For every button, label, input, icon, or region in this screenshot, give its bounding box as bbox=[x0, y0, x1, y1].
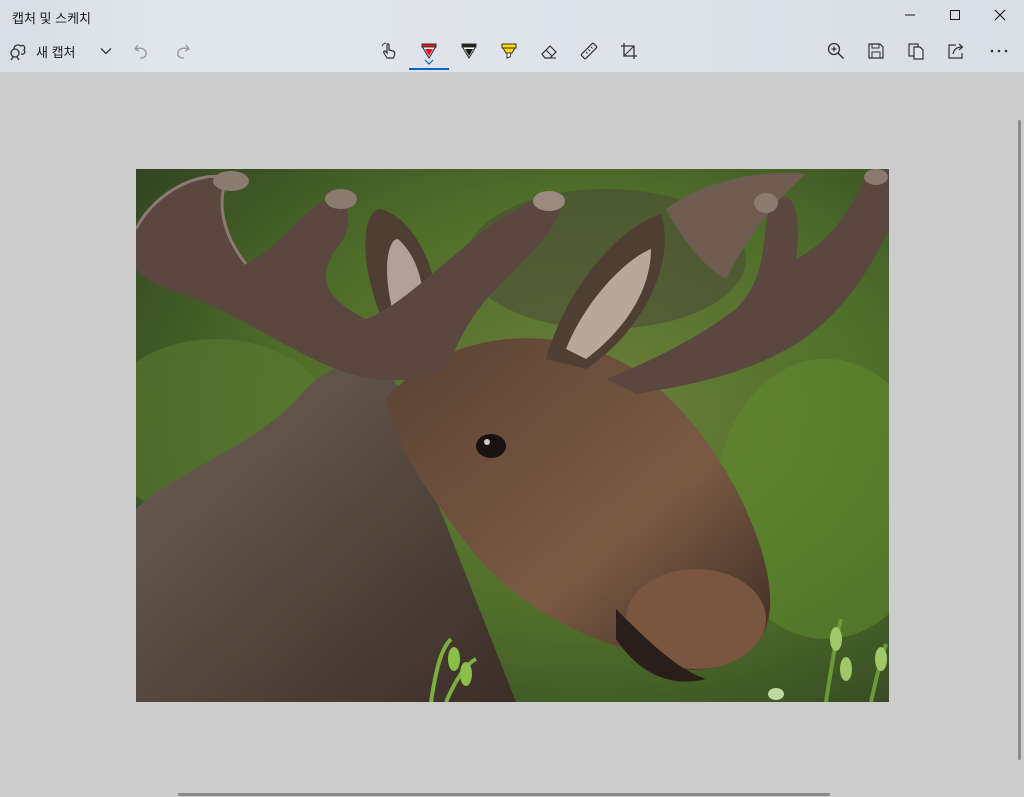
more-icon bbox=[990, 49, 1008, 53]
more-button[interactable] bbox=[981, 34, 1017, 68]
app-title: 캡처 및 스케치 bbox=[12, 11, 91, 26]
close-icon bbox=[994, 9, 1006, 21]
copy-button[interactable] bbox=[898, 34, 934, 68]
maximize-button[interactable] bbox=[932, 0, 978, 30]
vertical-scrollbar[interactable] bbox=[1018, 120, 1021, 760]
undo-icon bbox=[134, 44, 147, 59]
new-snip-label: 새 캡처 bbox=[36, 44, 76, 60]
pencil-icon bbox=[461, 43, 477, 60]
maximize-icon bbox=[950, 10, 960, 20]
touch-writing-button[interactable] bbox=[371, 34, 407, 68]
snip-icon bbox=[10, 44, 26, 61]
minimize-icon bbox=[905, 14, 915, 16]
new-snip-button[interactable]: 새 캡처 bbox=[8, 34, 90, 68]
moose-photo[interactable] bbox=[136, 169, 889, 702]
new-snip-dropdown-button[interactable] bbox=[89, 34, 123, 68]
moose-image bbox=[136, 169, 889, 702]
zoom-button[interactable] bbox=[818, 34, 854, 68]
eraser-button[interactable] bbox=[531, 34, 567, 68]
crop-icon bbox=[621, 43, 637, 59]
selected-tool-indicator bbox=[409, 68, 449, 70]
crop-button[interactable] bbox=[611, 34, 647, 68]
ruler-button[interactable] bbox=[571, 34, 607, 68]
minimize-button[interactable] bbox=[887, 0, 933, 30]
ballpoint-pen-options[interactable] bbox=[411, 56, 447, 68]
save-button[interactable] bbox=[858, 34, 894, 68]
close-button[interactable] bbox=[977, 0, 1023, 30]
highlighter-button[interactable] bbox=[491, 34, 527, 68]
undo-button[interactable] bbox=[124, 34, 160, 68]
eraser-icon bbox=[541, 45, 557, 59]
touch-writing-icon bbox=[381, 42, 396, 59]
title-and-toolbar: 캡처 및 스케치 새 캡처 bbox=[0, 0, 1024, 72]
redo-button[interactable] bbox=[164, 34, 200, 68]
save-icon bbox=[868, 43, 884, 59]
zoom-in-icon bbox=[827, 42, 845, 60]
share-icon bbox=[948, 43, 964, 59]
chevron-down-icon bbox=[100, 48, 112, 55]
redo-icon bbox=[177, 44, 190, 59]
highlighter-icon bbox=[501, 43, 517, 59]
horizontal-scrollbar[interactable] bbox=[178, 793, 830, 796]
ruler-icon bbox=[580, 42, 598, 60]
chevron-down-icon bbox=[424, 59, 434, 65]
share-button[interactable] bbox=[938, 34, 974, 68]
pencil-button[interactable] bbox=[451, 34, 487, 68]
copy-icon bbox=[908, 43, 924, 60]
